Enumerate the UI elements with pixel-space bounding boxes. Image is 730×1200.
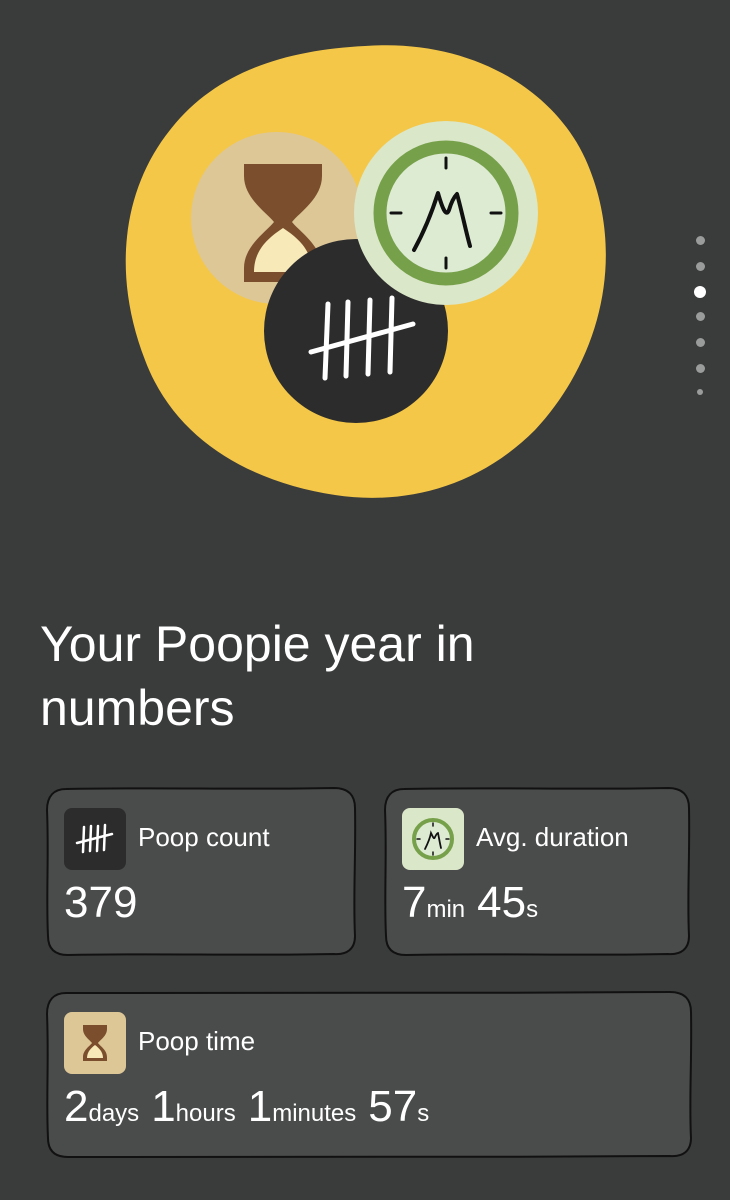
poop-count-value: 379 — [64, 878, 137, 928]
page-dot-5[interactable] — [696, 338, 705, 347]
poop-time-label: Poop time — [138, 1026, 256, 1056]
hourglass-icon — [64, 1012, 126, 1074]
avg-duration-minutes: 7 — [402, 878, 427, 927]
page-dot-2[interactable] — [696, 262, 705, 271]
poop-time-days: 2 — [64, 1082, 89, 1131]
page-title: Your Poopie year in numbers — [40, 616, 475, 736]
poop-time-seconds-unit: s — [417, 1100, 430, 1127]
poop-time-minutes-unit: minutes — [272, 1100, 357, 1127]
avg-duration-label: Avg. duration — [476, 822, 629, 852]
clock-icon — [354, 121, 538, 305]
poop-count-number: 379 — [64, 878, 138, 927]
poop-time-days-unit: days — [88, 1100, 140, 1127]
poop-time-minutes: 1 — [247, 1082, 273, 1131]
poop-count-card: Poop count 379 — [44, 786, 358, 958]
tally-marks-icon — [64, 808, 126, 870]
poop-time-seconds: 57 — [368, 1082, 418, 1131]
poop-time-hours-unit: hours — [175, 1100, 236, 1127]
poop-time-card: Poop time 2days 1hours 1minutes 57s — [44, 990, 694, 1160]
avg-duration-minutes-unit: min — [426, 896, 466, 923]
page-dot-6[interactable] — [696, 364, 705, 373]
page-dot-1[interactable] — [696, 236, 705, 245]
page-dot-7[interactable] — [697, 389, 703, 395]
poop-time-hours: 1 — [151, 1082, 176, 1131]
avg-duration-seconds-unit: s — [526, 896, 539, 923]
page-dot-3-active[interactable] — [694, 286, 706, 298]
avg-duration-card: Avg. duration 7min 45s — [382, 786, 692, 958]
poop-time-value: 2days 1hours 1minutes 57s — [64, 1082, 429, 1132]
clock-icon — [402, 808, 464, 870]
hero-illustration — [0, 0, 730, 560]
hero-illustration-graphic — [125, 45, 606, 498]
poop-count-label: Poop count — [138, 822, 270, 852]
page-dot-4[interactable] — [696, 312, 705, 321]
card-frame — [45, 990, 693, 1159]
avg-duration-seconds: 45 — [477, 878, 527, 927]
avg-duration-value: 7min 45s — [402, 878, 538, 928]
